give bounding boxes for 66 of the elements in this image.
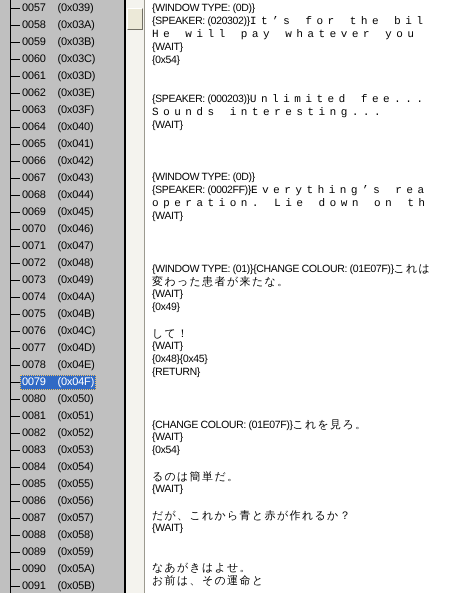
script-line: るのは簡単だ。 [152,471,240,483]
tree-item[interactable]: 0063 (0x03F) [20,103,96,118]
script-line: {WAIT} [152,522,183,534]
tree-item[interactable]: 0068 (0x044) [20,188,96,203]
scrollbar[interactable] [126,0,145,593]
script-line: {WAIT} [152,431,183,443]
tree-item[interactable]: 0091 (0x05B) [20,579,97,593]
tree-item[interactable]: 0066 (0x042) [20,154,96,169]
tree-item[interactable]: 0087 (0x057) [20,511,96,526]
script-line: {WAIT} [152,483,183,495]
tree-item[interactable]: 0077 (0x04D) [20,341,98,356]
script-line: {SPEAKER: (000203)}Unlimited fee... [152,93,428,105]
tree-item[interactable]: 0090 (0x05A) [20,562,97,577]
script-line: {WINDOW TYPE: (0D)} [152,2,255,14]
script-line: {SPEAKER: (0002FF)}Everything’s rea [152,184,429,196]
tree-item[interactable]: 0079 (0x04F) [20,375,96,390]
script-line: {WINDOW TYPE: (01)}{CHANGE COLOUR: (01E07F)}これは [152,263,432,275]
tree-item[interactable]: 0075 (0x04B) [20,307,97,322]
tree-item[interactable]: 0060 (0x03C) [20,52,98,67]
tree-item[interactable]: 0062 (0x03E) [20,86,97,101]
script-line: 変わった患者が来たな。 [152,276,290,288]
scrollbar-thumb[interactable] [127,8,143,30]
script-line: operation. Lie down on th [152,197,430,209]
tree-item[interactable]: 0083 (0x053) [20,443,96,458]
script-line: {0x49} [152,301,180,313]
tree-item[interactable]: 0086 (0x056) [20,494,96,509]
script-line: {CHANGE COLOUR: (01E07F)}これを見ろ。 [152,419,368,431]
tree-item[interactable]: 0067 (0x043) [20,171,96,186]
tree-item[interactable]: 0072 (0x048) [20,256,96,271]
tree-item[interactable]: 0073 (0x049) [20,273,96,288]
tree-item[interactable]: 0069 (0x045) [20,205,96,220]
tree-item[interactable]: 0082 (0x052) [20,426,96,441]
script-line: {0x48}{0x45} [152,353,208,365]
script-line: お前は、その運命と [152,575,264,587]
script-line: なあがきはよせ。 [152,562,252,574]
script-line: {WAIT} [152,41,183,53]
script-line: だが、これから青と赤が作れるか？ [152,510,352,522]
tree-item[interactable]: 0081 (0x051) [20,409,96,424]
tree-item[interactable]: 0084 (0x054) [20,460,96,475]
script-line: {WAIT} [152,288,183,300]
tree-item[interactable]: 0058 (0x03A) [20,18,97,33]
tree-item[interactable]: 0078 (0x04E) [20,358,97,373]
tree-item[interactable]: 0085 (0x055) [20,477,96,492]
script-line: {0x54} [152,444,180,456]
tree-item[interactable]: 0064 (0x040) [20,120,96,135]
tree-item[interactable]: 0057 (0x039) [20,1,96,16]
script-line: {SPEAKER: (020302)}It’s for the bil [152,15,428,27]
script-line: {WAIT} [152,340,183,352]
tree-item[interactable]: 0071 (0x047) [20,239,96,254]
tree-item[interactable]: 0074 (0x04A) [20,290,97,305]
tree-item[interactable]: 0080 (0x050) [20,392,96,407]
script-line: {0x54} [152,54,180,66]
tree-item[interactable]: 0089 (0x059) [20,545,96,560]
script-line: {WAIT} [152,210,183,222]
tree-item[interactable]: 0065 (0x041) [20,137,96,152]
script-line: して！ [152,328,190,340]
script-line: Sounds interesting... [152,106,386,118]
tree-item[interactable]: 0061 (0x03D) [20,69,98,84]
tree-item[interactable]: 0059 (0x03B) [20,35,97,50]
script-line: {RETURN} [152,366,200,378]
script-line: He will pay whatever you [152,28,418,40]
script-line: {WINDOW TYPE: (0D)} [152,171,255,183]
script-line: {WAIT} [152,119,183,131]
tree-item[interactable]: 0088 (0x058) [20,528,96,543]
tree-item[interactable]: 0076 (0x04C) [20,324,98,339]
tree-item[interactable]: 0070 (0x046) [20,222,96,237]
